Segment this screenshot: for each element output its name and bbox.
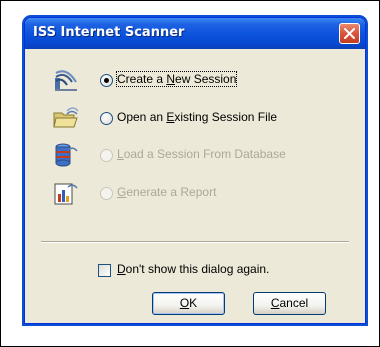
open-folder-icon	[53, 105, 79, 131]
divider	[41, 241, 349, 243]
report-icon	[53, 180, 79, 206]
cancel-button[interactable]: Cancel	[253, 292, 326, 315]
startup-dialog: ISS Internet Scanner Create a New Sessio…	[24, 17, 366, 324]
option-label: Create a New Session	[115, 71, 238, 87]
title-bar[interactable]: ISS Internet Scanner	[25, 18, 365, 49]
ok-button[interactable]: OK	[152, 292, 225, 315]
dont-show-checkbox[interactable]	[98, 264, 111, 277]
dont-show-label: Don't show this dialog again.	[117, 262, 270, 276]
option-generate-report: Generate a Report	[28, 180, 362, 210]
radio-generate-report	[100, 187, 113, 200]
radio-open-existing-session[interactable]	[100, 112, 113, 125]
dialog-body: Create a New Session Open an Existing Se…	[28, 49, 362, 320]
option-load-from-database: Load a Session From Database	[28, 142, 362, 172]
option-label: Generate a Report	[117, 185, 217, 199]
option-label: Load a Session From Database	[117, 147, 286, 161]
radio-create-new-session[interactable]	[100, 74, 113, 87]
close-icon	[344, 28, 355, 39]
radio-load-from-database	[100, 149, 113, 162]
close-button[interactable]	[339, 23, 360, 44]
window-title: ISS Internet Scanner	[33, 25, 185, 40]
new-session-icon	[53, 67, 79, 93]
option-label: Open an Existing Session File	[117, 110, 278, 124]
option-create-new-session[interactable]: Create a New Session	[28, 67, 362, 97]
database-icon	[53, 142, 79, 168]
option-open-existing-session[interactable]: Open an Existing Session File	[28, 105, 362, 135]
